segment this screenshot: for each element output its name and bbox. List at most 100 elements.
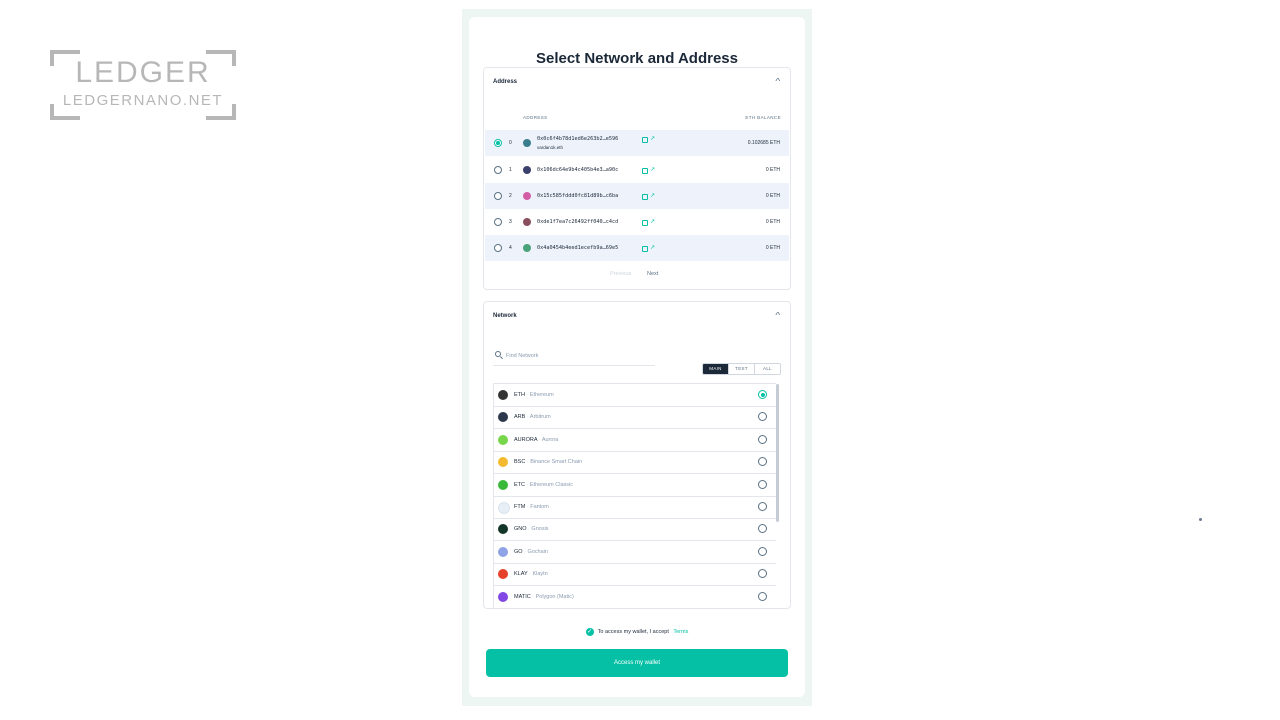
polygon-icon: [498, 591, 508, 602]
network-radio[interactable]: [758, 457, 767, 467]
external-link-icon[interactable]: ↗: [650, 193, 655, 199]
network-list-scrollbar[interactable]: [776, 384, 779, 522]
network-item-gno[interactable]: GNO · Gnosis: [494, 518, 776, 542]
network-item-etc[interactable]: ETC · Ethereum Classic: [494, 474, 776, 497]
gochain-icon: [498, 546, 508, 557]
klaytn-icon: [498, 569, 508, 580]
chevron-up-icon[interactable]: ^: [776, 311, 781, 320]
network-symbol: FTM: [514, 504, 526, 510]
address-index: 0: [509, 140, 512, 146]
modal-title: Select Network and Address: [535, 50, 738, 67]
network-name: Polygon (Matic): [535, 593, 574, 600]
address-row[interactable]: 0 0x0c6f4b78d1ed6e263b2…e596 vardan1k.eth ↗…: [485, 130, 789, 156]
address-radio[interactable]: [494, 218, 502, 226]
address-radio[interactable]: [494, 139, 502, 147]
balance-column-header: ETH BALANCE: [745, 115, 781, 120]
network-radio[interactable]: [758, 502, 767, 511]
chevron-up-icon[interactable]: ^: [776, 77, 781, 86]
arbitrum-icon: [498, 412, 508, 423]
eth-balance: 0 ETH: [765, 219, 780, 225]
network-symbol: ARB: [514, 414, 526, 421]
network-item-klay[interactable]: KLAY · Klaytn: [494, 563, 776, 587]
copy-icon[interactable]: [642, 194, 648, 200]
network-radio[interactable]: [758, 524, 767, 534]
network-symbol: GNO: [514, 526, 527, 533]
filter-main-button[interactable]: MAIN: [703, 364, 728, 374]
copy-icon[interactable]: [642, 220, 648, 226]
watermark-subtitle: LEDGERNANO.NET: [62, 92, 224, 109]
network-label: ETC · Ethereum Classic: [514, 482, 573, 488]
network-item-go[interactable]: GO · Gochain: [494, 541, 776, 564]
network-label: GO · Gochain: [514, 549, 548, 555]
address-radio[interactable]: [494, 166, 502, 174]
address-panel: Address ^ ADDRESS ETH BALANCE 0 0x0c6f4b7…: [483, 67, 791, 290]
filter-all-button[interactable]: ALL: [754, 364, 780, 374]
ledger-watermark: LEDGER LEDGERNANO.NET: [50, 50, 236, 120]
network-symbol: ETC: [514, 481, 525, 488]
ethereum-classic-icon: [498, 479, 508, 490]
access-wallet-button[interactable]: Access my wallet: [486, 649, 788, 677]
address-avatar-icon: [523, 166, 531, 174]
find-network-input[interactable]: [506, 349, 646, 363]
external-link-icon[interactable]: ↗: [650, 136, 655, 142]
network-label: ETH · Ethereum: [514, 392, 554, 398]
eth-balance: 0 ETH: [765, 193, 780, 199]
external-link-icon[interactable]: ↗: [650, 167, 655, 173]
copy-icon[interactable]: [642, 246, 648, 252]
ethereum-icon: [498, 390, 508, 400]
network-symbol: AURORA: [514, 436, 538, 443]
network-item-bsc[interactable]: BSC · Binance Smart Chain: [494, 451, 776, 475]
previous-page-button[interactable]: Previous: [610, 271, 631, 277]
network-panel-title: Network: [493, 313, 517, 319]
network-radio[interactable]: [758, 546, 767, 556]
address-row[interactable]: 4 0x4a0454b4eed1ecefb9a…69e5 ↗ 0 ETH: [485, 235, 789, 261]
aurora-icon: [498, 434, 508, 445]
network-radio[interactable]: [758, 569, 767, 579]
address-radio[interactable]: [494, 192, 502, 200]
address-index: 3: [509, 219, 512, 225]
network-radio[interactable]: [758, 412, 767, 422]
network-item-eth[interactable]: ETH · Ethereum: [494, 384, 776, 407]
gnosis-icon: [498, 524, 508, 535]
network-radio[interactable]: [758, 434, 767, 444]
copy-icon[interactable]: [642, 137, 648, 143]
network-name: Ethereum: [529, 392, 554, 398]
network-radio[interactable]: [758, 591, 767, 601]
address-avatar-icon: [523, 218, 531, 226]
network-filter-toggle: MAIN TEST ALL: [702, 363, 781, 375]
network-label: GNO · Gnosis: [514, 526, 549, 532]
network-panel: Network ^ MAIN TEST ALL ETH · Ethereum AR…: [483, 301, 791, 609]
network-label: MATIC · Polygon (Matic): [514, 594, 574, 600]
network-item-ftm[interactable]: FTM · Fantom: [494, 496, 776, 519]
network-label: AURORA · Aurora: [514, 437, 558, 443]
network-item-matic[interactable]: MATIC · Polygon (Matic): [494, 586, 776, 608]
binance-icon: [498, 457, 508, 468]
network-name: Binance Smart Chain: [530, 459, 583, 466]
address-row[interactable]: 1 0x106dc64e9b4c405b4e3…a90c ↗ 0 ETH: [485, 157, 789, 183]
cursor-dot: [1199, 518, 1202, 521]
network-name: Gochain: [527, 548, 548, 555]
checkbox-checked-icon[interactable]: ✓: [585, 627, 594, 636]
filter-test-button[interactable]: TEST: [728, 364, 754, 374]
network-item-arb[interactable]: ARB · Arbitrum: [494, 406, 776, 430]
network-search: [493, 347, 655, 366]
next-page-button[interactable]: Next: [647, 271, 658, 277]
search-icon: [495, 351, 501, 357]
address-row[interactable]: 2 0x15c585fddd0fc81d89b…c6ba ↗ 0 ETH: [485, 183, 789, 209]
address-text: 0x4a0454b4eed1ecefb9a…69e5: [537, 245, 619, 251]
network-radio[interactable]: [758, 390, 767, 399]
network-radio[interactable]: [758, 479, 767, 489]
external-link-icon[interactable]: ↗: [650, 219, 655, 225]
network-name: Klaytn: [532, 571, 548, 578]
external-link-icon[interactable]: ↗: [650, 245, 655, 251]
address-radio[interactable]: [494, 244, 502, 252]
terms-link[interactable]: Terms: [673, 629, 688, 635]
network-list: ETH · Ethereum ARB · Arbitrum AURORA · Aur…: [493, 383, 776, 608]
network-label: KLAY · Klaytn: [514, 571, 548, 577]
copy-icon[interactable]: [642, 168, 648, 174]
address-text: 0x15c585fddd0fc81d89b…c6ba: [537, 193, 619, 199]
address-avatar-icon: [523, 192, 531, 200]
network-item-aurora[interactable]: AURORA · Aurora: [494, 429, 776, 452]
address-row[interactable]: 3 0xde1f7ea7c26492ff040…c4cd ↗ 0 ETH: [485, 209, 789, 235]
address-index: 4: [509, 245, 512, 251]
